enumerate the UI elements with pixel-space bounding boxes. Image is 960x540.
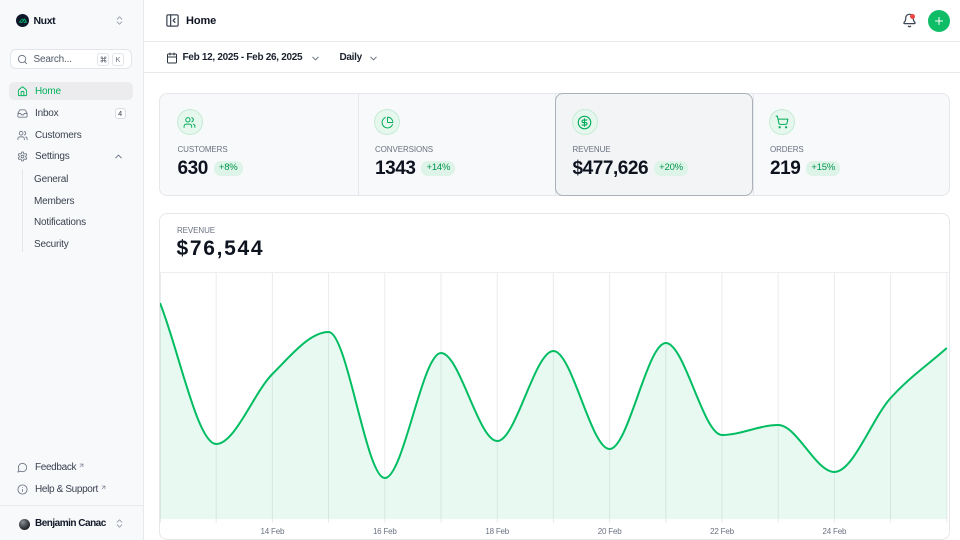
svg-text:18 Feb: 18 Feb bbox=[485, 527, 509, 536]
svg-text:14 Feb: 14 Feb bbox=[261, 527, 285, 536]
svg-text:20 Feb: 20 Feb bbox=[598, 527, 622, 536]
svg-text:16 Feb: 16 Feb bbox=[373, 527, 397, 536]
svg-text:24 Feb: 24 Feb bbox=[823, 527, 847, 536]
svg-text:22 Feb: 22 Feb bbox=[710, 527, 734, 536]
